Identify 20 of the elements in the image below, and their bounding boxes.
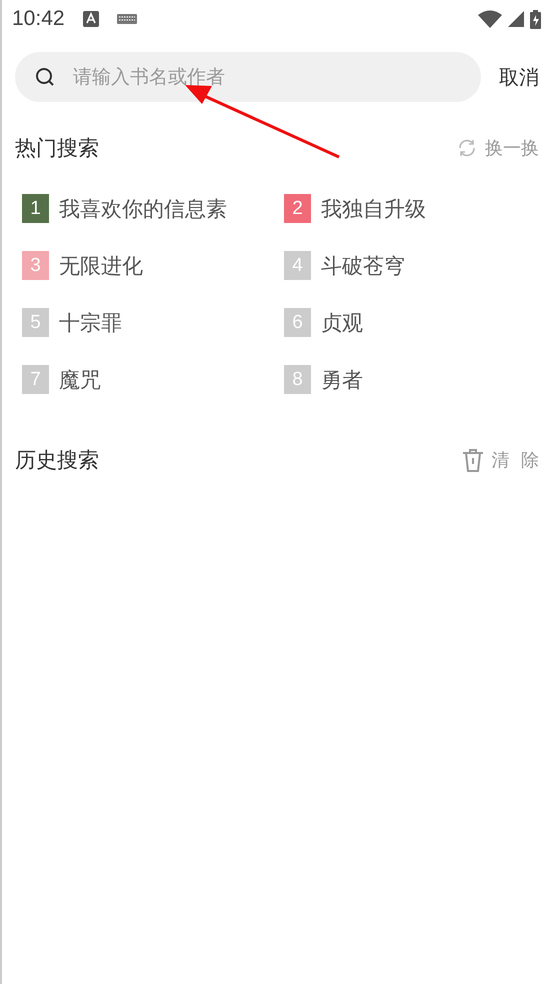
trash-icon [462,448,484,472]
status-time: 10:42 [12,7,65,31]
keyboard-icon [116,14,137,24]
search-field[interactable]: 请输入书名或作者 [15,52,481,102]
search-icon [35,67,55,87]
rank-badge: 2 [284,194,311,223]
signal-icon [508,11,524,27]
battery-icon [530,10,541,28]
rank-badge: 1 [22,194,49,223]
section-title: 热门搜索 [15,135,99,162]
refresh-icon [457,138,477,158]
rank-badge: 3 [22,251,49,280]
hot-search-item[interactable]: 1 我喜欢你的信息素 [22,194,284,223]
hot-search-item[interactable]: 3 无限进化 [22,251,284,280]
keyboard-a-icon [82,11,99,27]
hot-search-item[interactable]: 2 我独自升级 [284,194,553,223]
wifi-icon [478,10,502,28]
section-title: 历史搜索 [15,447,99,474]
search-input[interactable]: 请输入书名或作者 [71,65,461,89]
cancel-button[interactable]: 取消 [499,64,539,90]
